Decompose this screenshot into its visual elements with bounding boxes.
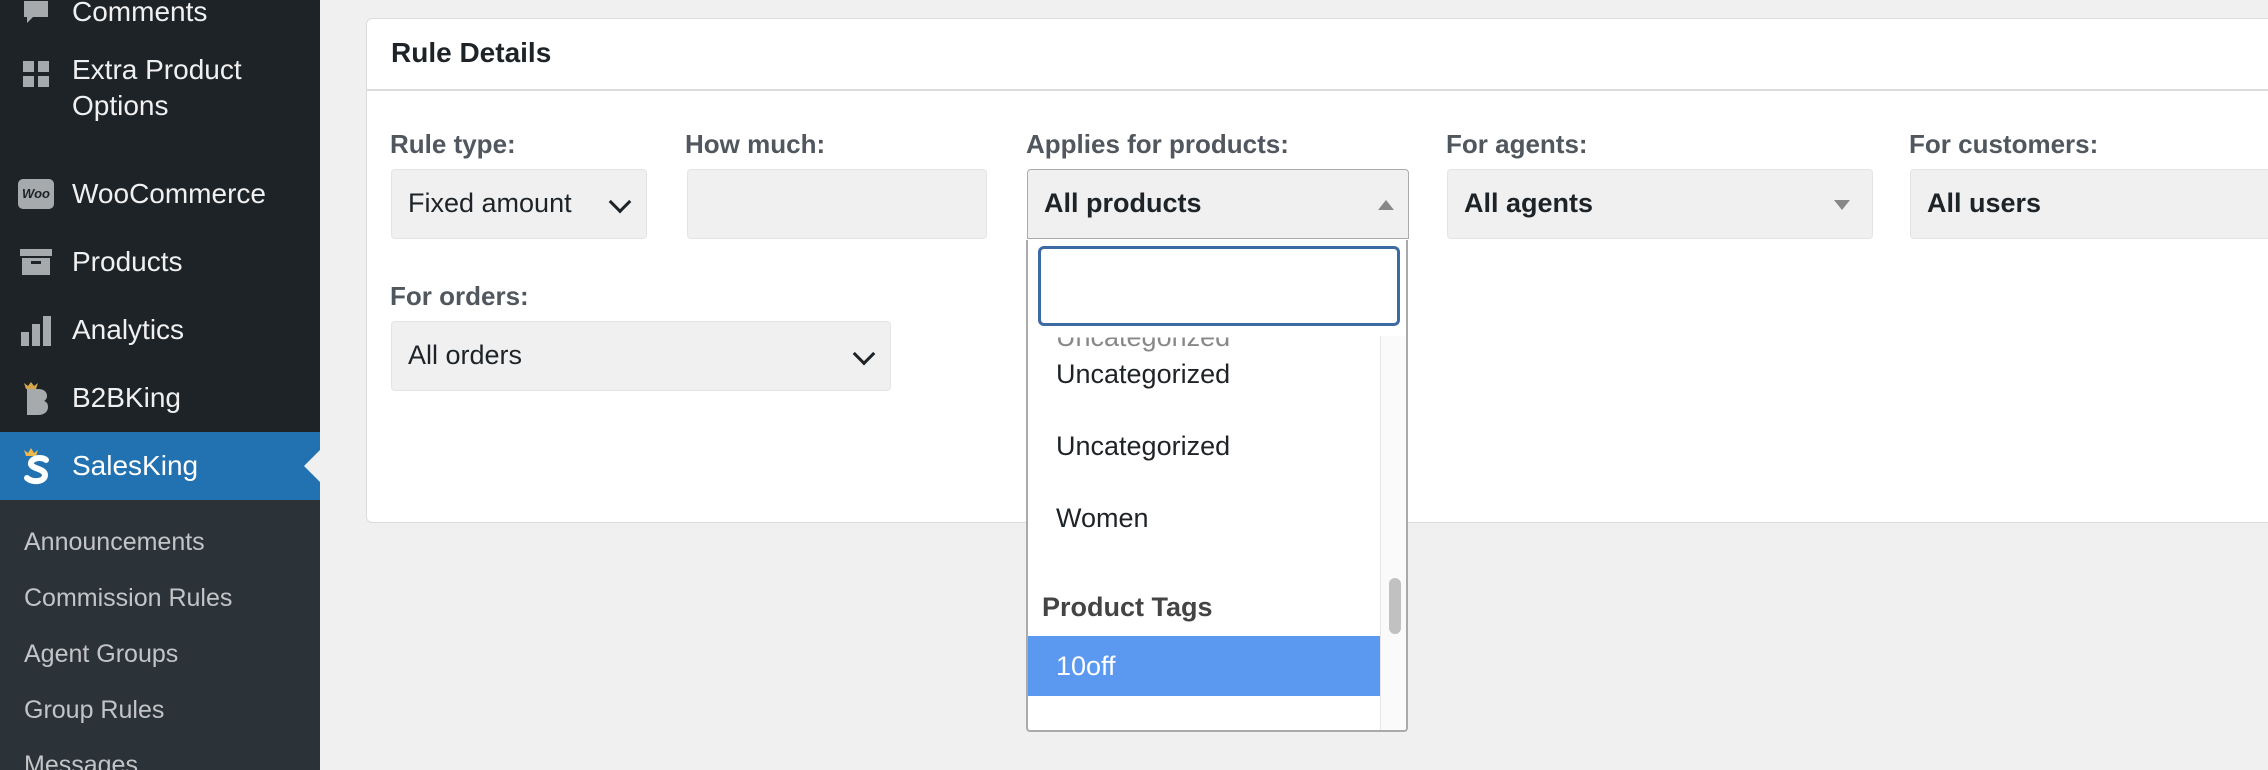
sidebar-item-extra-product-options[interactable]: Extra Product Options [0, 50, 320, 130]
archive-icon [18, 244, 54, 280]
sidebar-item-analytics[interactable]: Analytics [0, 296, 320, 364]
card-header: Rule Details [367, 19, 2268, 91]
sidebar-item-comments[interactable]: Comments [0, 0, 320, 46]
rule-type-select[interactable]: Fixed amount [391, 169, 647, 239]
b2bking-icon [18, 380, 54, 416]
how-much-label: How much: [685, 129, 826, 159]
scrollbar-thumb[interactable] [1389, 578, 1401, 634]
dropdown-option[interactable]: Women [1028, 488, 1380, 548]
for-customers-value: All users [1927, 188, 2042, 218]
caret-down-icon [1834, 200, 1850, 210]
admin-sidebar: Comments Extra Product Options Woo WooCo… [0, 0, 320, 770]
for-agents-value: All agents [1464, 188, 1594, 218]
applies-for-products-value: All products [1044, 188, 1202, 218]
salesking-icon [18, 448, 54, 485]
for-orders-label: For orders: [390, 281, 529, 311]
rule-type-label: Rule type: [390, 129, 516, 159]
sidebar-item-woocommerce[interactable]: Woo WooCommerce [0, 160, 320, 228]
submenu-item-agent-groups[interactable]: Agent Groups [24, 637, 178, 671]
caret-up-icon [1378, 200, 1394, 210]
submenu-item-commission-rules[interactable]: Commission Rules [24, 581, 232, 615]
for-agents-select[interactable]: All agents [1447, 169, 1873, 239]
for-agents-label: For agents: [1446, 129, 1588, 159]
comment-icon [18, 0, 54, 30]
dropdown-group-label: Product Tags [1042, 592, 1213, 622]
dropdown-options-list: Uncategorized Uncategorized Uncategorize… [1028, 336, 1380, 730]
applies-for-products-select[interactable]: All products [1027, 169, 1409, 239]
dropdown-search-input[interactable] [1038, 246, 1400, 326]
sidebar-item-label: Products [72, 246, 183, 277]
sidebar-item-label: B2BKing [72, 382, 181, 413]
sidebar-item-salesking[interactable]: SalesKing [0, 432, 320, 500]
chevron-down-icon [852, 342, 876, 366]
submenu-item-messages[interactable]: Messages [24, 748, 138, 770]
sidebar-item-b2bking[interactable]: B2BKing [0, 364, 320, 432]
for-orders-value: All orders [408, 340, 523, 370]
sidebar-item-label: Comments [72, 0, 208, 27]
sidebar-item-products[interactable]: Products [0, 228, 320, 296]
dropdown-option[interactable]: Uncategorized [1028, 416, 1380, 476]
dropdown-option[interactable]: Uncategorized [1028, 344, 1380, 404]
dropdown-option-highlighted[interactable]: 10off [1028, 636, 1380, 696]
dropdown-scrollbar[interactable] [1380, 336, 1406, 730]
applies-for-products-label: Applies for products: [1026, 129, 1289, 159]
submenu-item-announcements[interactable]: Announcements [24, 525, 205, 559]
salesking-submenu: Announcements Commission Rules Agent Gro… [0, 500, 320, 770]
sidebar-item-label: WooCommerce [72, 178, 266, 209]
woo-icon: Woo [18, 176, 54, 212]
active-indicator [304, 450, 320, 482]
submenu-item-group-rules[interactable]: Group Rules [24, 693, 164, 727]
sidebar-item-label: SalesKing [72, 450, 199, 481]
rule-type-value: Fixed amount [408, 188, 572, 218]
for-customers-select[interactable]: All users [1910, 169, 2268, 239]
sidebar-item-label: Extra Product Options [72, 54, 242, 121]
bar-chart-icon [18, 312, 54, 348]
for-orders-select[interactable]: All orders [391, 321, 891, 391]
how-much-input[interactable] [687, 169, 987, 239]
products-dropdown: Uncategorized Uncategorized Uncategorize… [1026, 240, 1408, 732]
grid-icon [18, 56, 54, 92]
for-customers-label: For customers: [1909, 129, 2099, 159]
chevron-down-icon [608, 190, 632, 214]
sidebar-item-label: Analytics [72, 314, 185, 345]
card-title: Rule Details [391, 37, 552, 68]
